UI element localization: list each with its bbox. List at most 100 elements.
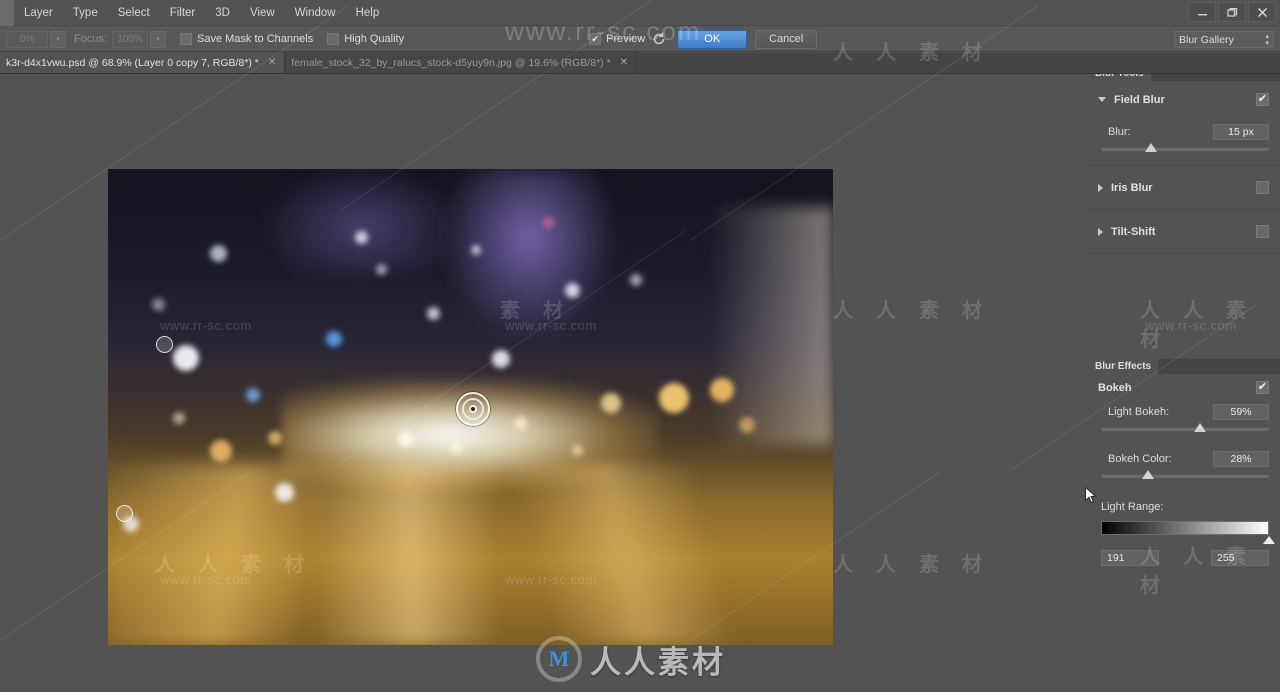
bokeh-circle [448, 440, 463, 455]
bokeh-circle [398, 430, 414, 447]
chevron-right-icon[interactable] [1098, 227, 1103, 236]
tab-label: female_stock_32_by_ralucs_stock-d5yuy9n.… [291, 56, 611, 69]
bokeh-color-slider-knob[interactable] [1142, 470, 1155, 479]
bokeh-circle [151, 297, 165, 311]
bokeh-circle [173, 411, 186, 424]
light-range-max-field[interactable]: 255 [1211, 550, 1269, 566]
close-icon [1257, 7, 1267, 17]
light-range-knobs [1101, 536, 1275, 546]
menu-item-type[interactable]: Type [63, 0, 108, 26]
focus-label: Focus: [74, 33, 108, 45]
section-title: Field Blur [1114, 93, 1165, 106]
blur-pin-center-dot[interactable] [469, 405, 477, 413]
opacity-stepper[interactable]: ▾ [50, 30, 66, 48]
high-quality-checkbox[interactable] [327, 33, 340, 45]
options-bar: 0% ▾ Focus: 100% ▾ Save Mask to Channels… [0, 27, 1280, 52]
bokeh-circle [267, 430, 282, 445]
blur-amount-label: Blur: [1108, 126, 1131, 138]
menu-item-layer[interactable]: Layer [14, 0, 63, 26]
tab-k3r-d4x1vwu-psd[interactable]: k3r-d4x1vwu.psd @ 68.9% (Layer 0 copy 7,… [0, 52, 286, 73]
light-bokeh-field[interactable]: 59% [1213, 404, 1269, 420]
light-bokeh-slider[interactable] [1101, 423, 1269, 432]
image-right-building [688, 207, 833, 446]
menu-item-help[interactable]: Help [346, 0, 390, 26]
bokeh-circle [209, 245, 227, 263]
bokeh-circle [245, 387, 260, 402]
image-purple-glow-secondary [267, 169, 456, 274]
tab-close-icon[interactable]: ✕ [268, 57, 276, 68]
save-mask-label: Save Mask to Channels [197, 33, 314, 45]
light-range-gradient-bar[interactable] [1101, 521, 1269, 535]
preview-label: Preview [606, 33, 646, 45]
window-controls [1188, 2, 1276, 22]
ok-button[interactable]: OK [677, 29, 748, 49]
panel-tab-blur-effects[interactable]: Blur Effects [1088, 359, 1159, 374]
menu-item-select[interactable]: Select [108, 0, 160, 26]
bokeh-circle [659, 383, 689, 414]
document-tab-bar: k3r-d4x1vwu.psd @ 68.9% (Layer 0 copy 7,… [0, 52, 1280, 74]
high-quality-label: High Quality [344, 33, 405, 45]
preview-checkbox[interactable]: ✔ [589, 33, 602, 45]
close-button[interactable] [1248, 2, 1276, 22]
field-blur-enable-checkbox[interactable]: ✔ [1256, 93, 1269, 106]
blur-tools-panel-body: Field Blur ✔ Blur: 15 px Iris Blur Tilt-… [1088, 81, 1280, 359]
tab-female-stock-32-jpg[interactable]: female_stock_32_by_ralucs_stock-d5yuy9n.… [285, 52, 638, 73]
light-range-max-knob[interactable] [1263, 536, 1275, 544]
workspace-selector[interactable]: Blur Gallery ▴ ▾ [1174, 31, 1274, 48]
bokeh-circle [564, 283, 580, 299]
bokeh-circle [427, 307, 440, 321]
chevron-right-icon[interactable] [1098, 183, 1103, 192]
focus-stepper[interactable]: ▾ [150, 30, 167, 48]
minimize-button[interactable] [1188, 2, 1216, 22]
section-title: Iris Blur [1111, 181, 1153, 194]
blur-pin-handle-left[interactable] [156, 336, 173, 353]
save-mask-to-channels-option[interactable]: Save Mask to Channels [180, 33, 313, 45]
tilt-shift-enable-checkbox[interactable] [1256, 225, 1269, 238]
light-range-min-field[interactable]: 191 [1101, 550, 1159, 566]
bokeh-circle [325, 330, 342, 347]
tab-close-icon[interactable]: ✕ [620, 57, 628, 68]
menu-bar: e Layer Type Select Filter 3D View Windo… [0, 0, 1280, 26]
save-mask-checkbox[interactable] [180, 33, 193, 45]
menu-item-filter[interactable]: Filter [160, 0, 206, 26]
blur-effects-empty-space [1088, 566, 1280, 692]
menu-item-image-clipped[interactable]: e [0, 0, 14, 26]
document-image-canvas[interactable] [108, 169, 833, 645]
menu-item-window[interactable]: Window [285, 0, 346, 26]
blur-amount-field[interactable]: 15 px [1213, 124, 1269, 140]
menu-item-label: e [0, 0, 14, 26]
reset-icon[interactable] [651, 31, 667, 47]
bokeh-circle [514, 416, 527, 430]
section-tilt-shift[interactable]: Tilt-Shift [1088, 210, 1280, 254]
light-range-min-knob[interactable] [1221, 536, 1233, 544]
preview-option[interactable]: ✔ Preview [589, 33, 645, 45]
section-field-blur: Field Blur ✔ Blur: 15 px [1088, 81, 1280, 166]
high-quality-option[interactable]: High Quality [327, 33, 404, 45]
section-iris-blur[interactable]: Iris Blur [1088, 166, 1280, 210]
iris-blur-enable-checkbox[interactable] [1256, 181, 1269, 194]
bokeh-enable-checkbox[interactable]: ✔ [1256, 381, 1269, 394]
light-bokeh-slider-knob[interactable] [1194, 423, 1207, 432]
restore-button[interactable] [1218, 2, 1246, 22]
bokeh-circle [209, 440, 232, 463]
blur-amount-slider[interactable] [1101, 143, 1269, 152]
restore-icon [1226, 7, 1237, 17]
bokeh-circle [630, 273, 642, 286]
canvas-area[interactable] [0, 74, 1088, 692]
blur-pin-handle-bottom[interactable] [116, 505, 133, 522]
light-range-value-row: 191 255 [1088, 546, 1280, 566]
opacity-field[interactable]: 0% [6, 30, 48, 48]
cancel-button[interactable]: Cancel [755, 29, 818, 49]
field-blur-pin[interactable] [456, 392, 490, 426]
bokeh-circle [738, 416, 755, 433]
bokeh-circle [470, 245, 481, 256]
chevron-updown-icon: ▴ ▾ [1265, 32, 1269, 47]
menu-item-view[interactable]: View [240, 0, 285, 26]
chevron-down-icon[interactable] [1098, 97, 1106, 102]
blur-amount-slider-knob[interactable] [1145, 143, 1158, 152]
focus-field[interactable]: 100% [112, 30, 149, 48]
bokeh-color-field[interactable]: 28% [1213, 451, 1269, 467]
menu-item-3d[interactable]: 3D [205, 0, 240, 26]
bokeh-circle [601, 392, 621, 413]
bokeh-color-slider[interactable] [1101, 470, 1269, 479]
